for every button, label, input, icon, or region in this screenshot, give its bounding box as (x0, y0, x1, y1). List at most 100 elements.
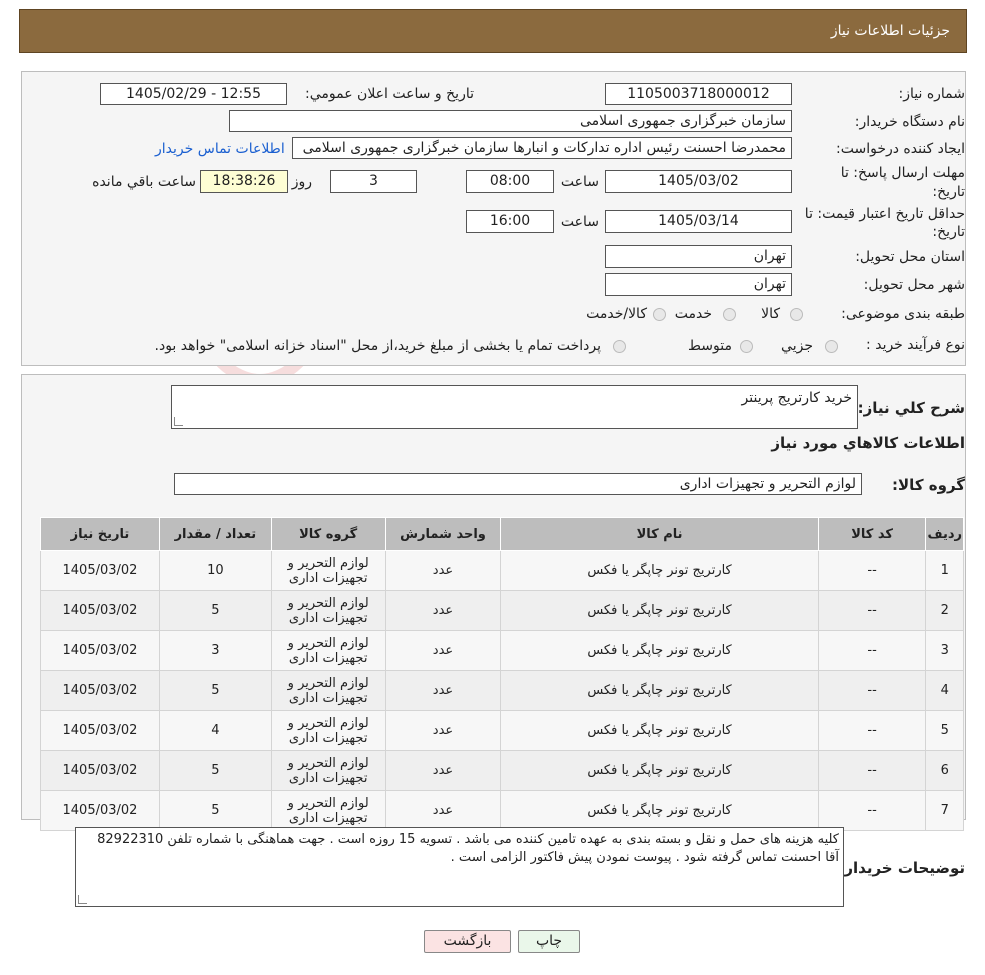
cell-quantity: 5 (158, 670, 272, 711)
cell-item-name: كارتريج تونر چاپگر يا فكس (500, 550, 819, 591)
col-item-group: گروه كالا (270, 517, 386, 551)
cell-item-code: -- (817, 630, 927, 671)
process-medium-label: متوسط (688, 338, 732, 354)
category-service-radio[interactable] (723, 308, 736, 321)
col-row-number: رديف (925, 517, 964, 551)
remaining-time-field: 18:38:26 (200, 170, 288, 193)
cell-quantity: 5 (158, 590, 272, 631)
cell-item-code: -- (817, 550, 927, 591)
print-button[interactable]: چاپ (518, 930, 580, 953)
table-row: 1 -- كارتريج تونر چاپگر يا فكس عدد لوازم… (40, 550, 964, 591)
cell-unit: عدد (384, 670, 502, 711)
cell-item-code: -- (817, 590, 927, 631)
resize-grip-icon[interactable] (174, 417, 183, 426)
table-row: 6 -- كارتريج تونر چاپگر يا فكس عدد لوازم… (40, 750, 964, 791)
cell-unit: عدد (384, 710, 502, 751)
cell-unit: عدد (384, 550, 502, 591)
announce-datetime-field: 1405/02/29 - 12:55 (100, 83, 287, 105)
cell-item-name: كارتريج تونر چاپگر يا فكس (500, 750, 819, 791)
cell-unit: عدد (384, 630, 502, 671)
province-field: تهران (605, 245, 792, 268)
validity-date-field: 1405/03/14 (605, 210, 792, 233)
cell-need-date: 1405/03/02 (40, 750, 160, 791)
cell-quantity: 5 (158, 790, 272, 831)
validity-time-label: ساعت (560, 214, 599, 230)
table-row: 7 -- كارتريج تونر چاپگر يا فكس عدد لوازم… (40, 790, 964, 831)
city-label: شهر محل تحويل: (863, 277, 965, 293)
deadline-time-field: 08:00 (466, 170, 554, 193)
need-description-label: شرح كلي نياز: (857, 399, 965, 417)
goods-group-label: گروه كالا: (892, 476, 965, 494)
cell-item-name: كارتريج تونر چاپگر يا فكس (500, 790, 819, 831)
treasury-payment-checkbox[interactable] (613, 340, 626, 353)
cell-need-date: 1405/03/02 (40, 670, 160, 711)
cell-row-number: 5 (925, 710, 964, 751)
buyer-notes-field[interactable]: کلیه هزینه های حمل و نقل و بسته بندی به … (75, 827, 844, 907)
buyer-notes-label: توضيحات خريدار: (838, 859, 965, 877)
cell-unit: عدد (384, 750, 502, 791)
remaining-time-label: ساعت باقي مانده (92, 174, 196, 190)
buyer-org-field: سازمان خبرگزاری جمهوری اسلامی (229, 110, 792, 132)
cell-item-code: -- (817, 750, 927, 791)
deadline-label-date: تاريخ: (932, 184, 965, 200)
creator-field: محمدرضا احسنت رئیس اداره تداركات و انبار… (292, 137, 792, 159)
goods-group-field: لوازم التحرير و تجهيزات اداری (174, 473, 862, 495)
need-description-text: خريد کارتريج پرينتر (741, 390, 852, 406)
remaining-days-field: 3 (330, 170, 417, 193)
cell-item-group: لوازم التحرير و تجهيزات اداری (270, 670, 386, 711)
deadline-label: مهلت ارسال پاسخ: تا (840, 165, 965, 181)
cell-unit: عدد (384, 790, 502, 831)
cell-quantity: 4 (158, 710, 272, 751)
cell-need-date: 1405/03/02 (40, 630, 160, 671)
category-goods-service-radio[interactable] (653, 308, 666, 321)
validity-time-field: 16:00 (466, 210, 554, 233)
buyer-contact-link[interactable]: اطلاعات تماس خريدار (155, 141, 285, 157)
buyer-notes-text: کلیه هزینه های حمل و نقل و بسته بندی به … (97, 832, 839, 865)
cell-row-number: 4 (925, 670, 964, 711)
process-type-label: نوع فرآيند خريد : (866, 337, 965, 353)
cell-item-name: كارتريج تونر چاپگر يا فكس (500, 670, 819, 711)
validity-label-date: تاريخ: (932, 224, 965, 240)
goods-table-header: رديف كد كالا نام كالا واحد شمارش گروه كا… (40, 517, 964, 551)
resize-grip-icon[interactable] (78, 895, 87, 904)
cell-item-group: لوازم التحرير و تجهيزات اداری (270, 790, 386, 831)
announce-datetime-label: تاريخ و ساعت اعلان عمومي: (305, 86, 474, 102)
category-goods-label: كالا (761, 306, 780, 322)
table-row: 2 -- كارتريج تونر چاپگر يا فكس عدد لوازم… (40, 590, 964, 631)
process-medium-radio[interactable] (740, 340, 753, 353)
category-service-label: خدمت (674, 306, 712, 322)
col-need-date: تاريخ نياز (40, 517, 160, 551)
cell-need-date: 1405/03/02 (40, 710, 160, 751)
buyer-org-label: نام دستگاه خريدار: (854, 114, 965, 130)
cell-need-date: 1405/03/02 (40, 590, 160, 631)
category-goods-service-label: كالا/خدمت (586, 306, 647, 322)
cell-quantity: 10 (158, 550, 272, 591)
category-goods-radio[interactable] (790, 308, 803, 321)
need-description-field[interactable]: خريد کارتريج پرينتر (171, 385, 858, 429)
validity-label: حداقل تاريخ اعتبار قيمت: تا (804, 206, 965, 222)
goods-info-title: اطلاعات كالاهاي مورد نياز (771, 434, 965, 452)
creator-label: ايجاد کننده درخواست: (836, 141, 965, 157)
cell-quantity: 3 (158, 630, 272, 671)
back-button[interactable]: بازگشت (424, 930, 511, 953)
col-quantity: تعداد / مقدار (158, 517, 272, 551)
cell-row-number: 1 (925, 550, 964, 591)
city-field: تهران (605, 273, 792, 296)
goods-table: رديف كد كالا نام كالا واحد شمارش گروه كا… (40, 517, 964, 831)
cell-item-group: لوازم التحرير و تجهيزات اداری (270, 550, 386, 591)
table-row: 5 -- كارتريج تونر چاپگر يا فكس عدد لوازم… (40, 710, 964, 751)
cell-item-group: لوازم التحرير و تجهيزات اداری (270, 710, 386, 751)
process-minor-radio[interactable] (825, 340, 838, 353)
process-minor-label: جزيي (781, 338, 813, 354)
table-row: 3 -- كارتريج تونر چاپگر يا فكس عدد لوازم… (40, 630, 964, 671)
deadline-time-label: ساعت (560, 174, 599, 190)
cell-need-date: 1405/03/02 (40, 790, 160, 831)
province-label: استان محل تحويل: (855, 249, 965, 265)
cell-quantity: 5 (158, 750, 272, 791)
cell-item-code: -- (817, 710, 927, 751)
cell-item-name: كارتريج تونر چاپگر يا فكس (500, 710, 819, 751)
cell-item-code: -- (817, 790, 927, 831)
cell-item-group: لوازم التحرير و تجهيزات اداری (270, 590, 386, 631)
need-number-field: 1105003718000012 (605, 83, 792, 105)
need-number-label: شماره نیاز: (898, 86, 966, 102)
